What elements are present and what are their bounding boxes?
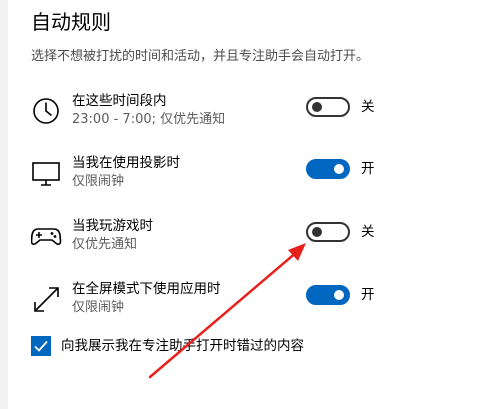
- checkmark-icon: [34, 340, 48, 352]
- toggle-knob: [312, 102, 322, 112]
- time-range-toggle[interactable]: [306, 97, 350, 117]
- toggle-knob: [334, 290, 344, 300]
- rule-projecting: 当我在使用投影时 仅限闹钟 开: [0, 153, 496, 203]
- rule-subtitle: 23:00 - 7:00; 仅优先通知: [72, 112, 226, 127]
- gaming-toggle[interactable]: [306, 222, 350, 242]
- rule-gaming: 当我玩游戏时 仅优先通知 关: [0, 216, 496, 266]
- rule-title: 在这些时间段内: [72, 93, 167, 109]
- monitor-icon: [31, 157, 63, 189]
- rule-title: 在全屏模式下使用应用时: [72, 281, 221, 297]
- toggle-knob: [312, 227, 322, 237]
- toggle-state-label: 关: [361, 224, 375, 240]
- left-edge-strip: [0, 0, 8, 409]
- rule-title: 当我在使用投影时: [72, 155, 180, 171]
- projecting-toggle[interactable]: [306, 159, 350, 179]
- page-description: 选择不想被打扰的时间和活动，并且专注助手会自动打开。: [31, 49, 370, 64]
- fullscreen-toggle[interactable]: [306, 285, 350, 305]
- fullscreen-icon: [31, 283, 63, 315]
- page-title: 自动规则: [31, 10, 111, 34]
- toggle-state-label: 开: [361, 287, 375, 303]
- rule-subtitle: 仅限闹钟: [72, 300, 125, 315]
- rule-title: 当我玩游戏时: [72, 218, 153, 234]
- show-missed-checkbox[interactable]: [31, 336, 51, 356]
- toggle-state-label: 开: [361, 161, 375, 177]
- toggle-knob: [334, 164, 344, 174]
- show-missed-checkbox-label: 向我展示我在专注助手打开时错过的内容: [61, 338, 304, 354]
- rule-subtitle: 仅限闹钟: [72, 174, 125, 189]
- rule-subtitle: 仅优先通知: [72, 237, 138, 252]
- toggle-state-label: 关: [361, 99, 375, 115]
- clock-icon: [31, 95, 63, 127]
- rule-fullscreen: 在全屏模式下使用应用时 仅限闹钟 开: [0, 279, 496, 329]
- rule-time-range: 在这些时间段内 23:00 - 7:00; 仅优先通知 关: [0, 91, 496, 141]
- show-missed-checkbox-row[interactable]: 向我展示我在专注助手打开时错过的内容: [31, 335, 431, 357]
- gamepad-icon: [31, 220, 63, 252]
